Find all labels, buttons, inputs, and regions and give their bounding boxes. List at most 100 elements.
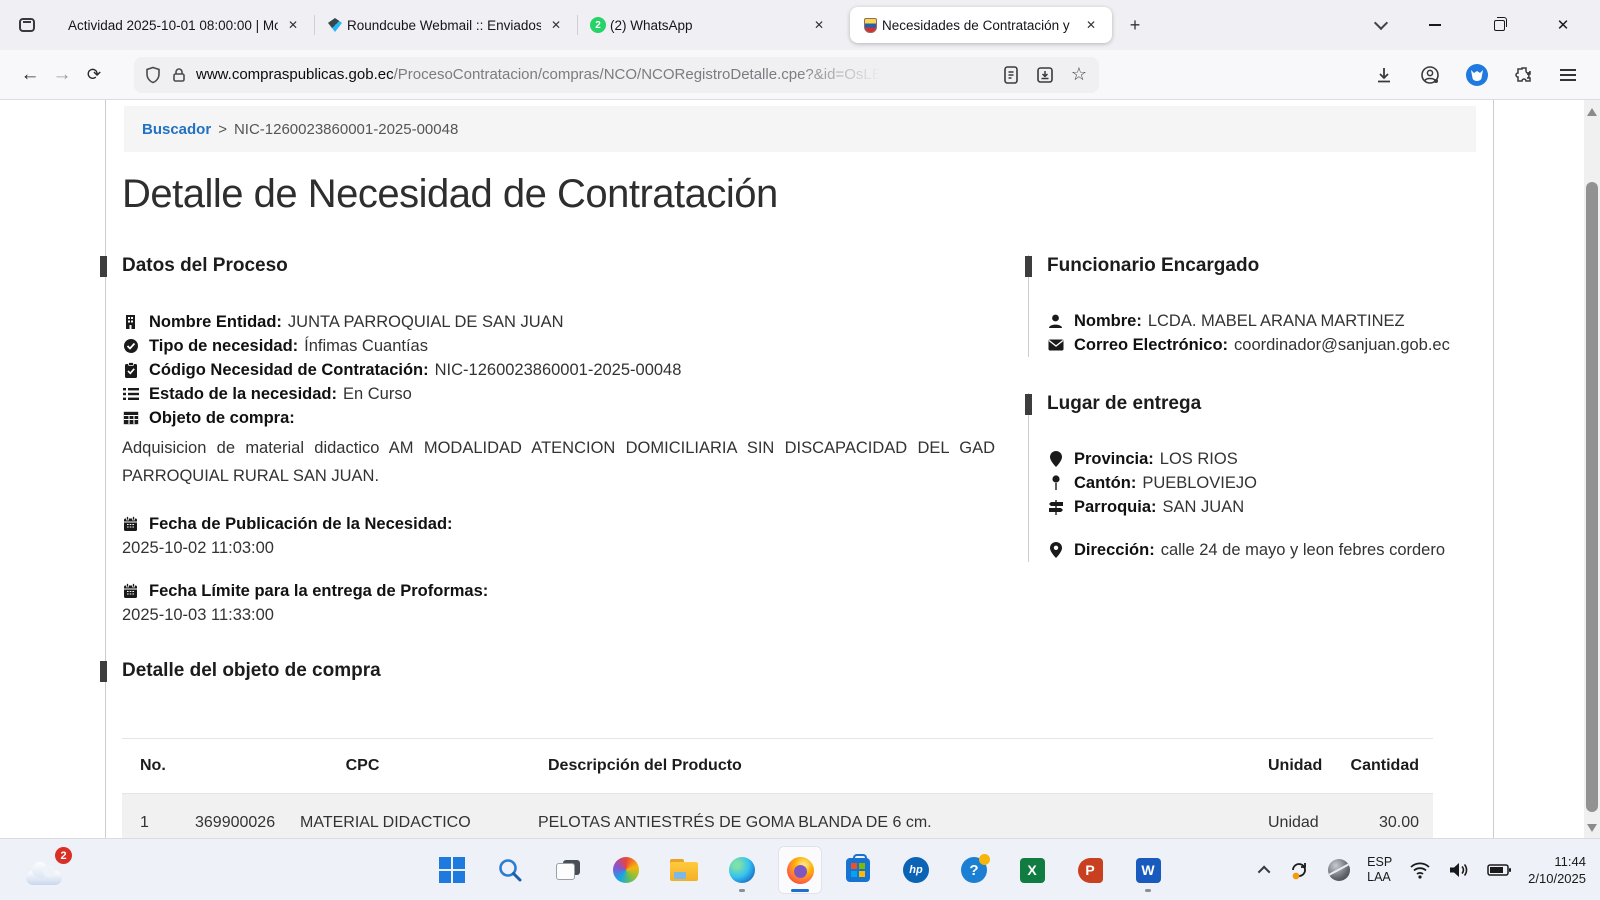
field-funcionario-nombre: Nombre: LCDA. MABEL ARANA MARTINEZ xyxy=(1047,309,1448,333)
scrollbar-thumb[interactable] xyxy=(1586,182,1598,812)
save-page-icon[interactable] xyxy=(1035,65,1055,85)
help-icon: ? xyxy=(961,857,987,883)
task-view-button[interactable] xyxy=(546,846,590,894)
powerpoint-button[interactable]: P xyxy=(1068,846,1112,894)
excel-button[interactable]: X xyxy=(1010,846,1054,894)
vertical-scrollbar[interactable] xyxy=(1584,100,1600,838)
tab-necesidades-active[interactable]: Necesidades de Contratación y xyxy=(850,7,1112,43)
field-label: Correo Electrónico: xyxy=(1074,333,1228,357)
tab-close-icon[interactable] xyxy=(808,14,830,36)
tab-overflow-chevron-icon[interactable] xyxy=(1374,16,1388,30)
firefox-button[interactable] xyxy=(778,846,822,894)
cell-no: 1 xyxy=(122,794,195,839)
tab-actividad[interactable]: Actividad 2025-10-01 08:00:00 | Mo xyxy=(52,7,314,43)
tab-title: Necesidades de Contratación y xyxy=(882,18,1076,33)
sync-update-icon[interactable] xyxy=(1287,858,1311,882)
location-pin-icon xyxy=(1047,542,1064,559)
extensions-puzzle-icon[interactable] xyxy=(1514,65,1534,85)
grid-table-icon xyxy=(122,410,139,427)
content-right-border xyxy=(1493,100,1494,838)
restore-window-button[interactable] xyxy=(1484,10,1514,40)
field-value: SAN JUAN xyxy=(1163,495,1245,519)
detalle-table: No. CPC Descripción del Producto Unidad … xyxy=(122,738,1433,838)
tab-title: (2) WhatsApp xyxy=(610,18,804,33)
field-funcionario-correo: Correo Electrónico: coordinador@sanjuan.… xyxy=(1047,333,1448,357)
scroll-down-arrow[interactable] xyxy=(1587,824,1597,832)
language-indicator[interactable]: ESP LAA xyxy=(1367,855,1392,885)
tray-date: 2/10/2025 xyxy=(1528,870,1586,887)
tab-close-icon[interactable] xyxy=(1080,14,1102,36)
field-estado: Estado de la necesidad: En Curso xyxy=(122,382,1000,406)
microsoft-store-button[interactable] xyxy=(836,846,880,894)
search-icon xyxy=(497,857,523,883)
new-tab-button[interactable] xyxy=(1120,10,1150,40)
section-heading: Detalle del objeto de compra xyxy=(122,660,381,682)
forward-button[interactable] xyxy=(46,59,78,91)
tab-whatsapp[interactable]: 2 (2) WhatsApp xyxy=(578,7,840,43)
field-label: Fecha de Publicación de la Necesidad: xyxy=(149,512,453,536)
file-explorer-button[interactable] xyxy=(662,846,706,894)
get-help-button[interactable]: ? xyxy=(952,846,996,894)
cell-descripcion: PELOTAS ANTIESTRÉS DE GOMA BLANDA DE 6 c… xyxy=(530,794,1240,839)
breadcrumb: Buscador > NIC-1260023860001-2025-00048 xyxy=(124,106,1476,152)
tab-close-icon[interactable] xyxy=(282,14,304,36)
wifi-icon[interactable] xyxy=(1409,861,1431,879)
hp-icon: hp xyxy=(903,857,929,883)
start-button[interactable] xyxy=(430,846,474,894)
list-icon xyxy=(122,386,139,403)
whatsapp-favicon: 2 xyxy=(590,17,606,33)
tracking-shield-icon[interactable] xyxy=(144,66,162,84)
tray-status-sphere-icon[interactable] xyxy=(1328,859,1350,881)
copilot-icon xyxy=(613,857,639,883)
menu-hamburger-icon[interactable] xyxy=(1560,69,1576,81)
map-marker-icon xyxy=(1047,451,1064,468)
breadcrumb-separator: > xyxy=(218,121,227,138)
search-button[interactable] xyxy=(488,846,532,894)
breadcrumb-buscador-link[interactable]: Buscador xyxy=(142,121,211,138)
firefox-extension-icon[interactable] xyxy=(1466,64,1488,86)
cell-cpc-name: MATERIAL DIDACTICO xyxy=(290,794,530,839)
tab-close-icon[interactable] xyxy=(545,14,567,36)
clock-widget[interactable]: 11:44 2/10/2025 xyxy=(1528,853,1586,887)
close-window-button[interactable] xyxy=(1548,10,1578,40)
building-icon xyxy=(122,314,139,331)
language-line1: ESP xyxy=(1367,855,1392,870)
col-unidad: Unidad xyxy=(1240,739,1335,794)
map-pin-icon xyxy=(1047,475,1064,492)
windows-taskbar: 2 hp ? X P W ESP LAA xyxy=(0,838,1600,900)
reload-button[interactable] xyxy=(78,59,110,91)
field-label: Estado de la necesidad: xyxy=(149,382,337,406)
tab-title: Actividad 2025-10-01 08:00:00 | Mo xyxy=(68,18,278,33)
field-value: LOS RIOS xyxy=(1160,447,1238,471)
hp-button[interactable]: hp xyxy=(894,846,938,894)
signpost-icon xyxy=(1047,499,1064,516)
windows-logo-icon xyxy=(439,857,465,883)
bookmark-star-icon[interactable] xyxy=(1069,65,1089,85)
tab-roundcube[interactable]: Roundcube Webmail :: Enviados xyxy=(315,7,577,43)
calendar-icon xyxy=(122,583,139,600)
word-button[interactable]: W xyxy=(1126,846,1170,894)
roundcube-favicon xyxy=(327,17,343,33)
downloads-icon[interactable] xyxy=(1374,65,1394,85)
url-host: www.compraspublicas.gob.ec xyxy=(196,66,394,83)
account-icon[interactable] xyxy=(1420,65,1440,85)
battery-icon[interactable] xyxy=(1487,863,1511,877)
field-value: PUEBLOVIEJO xyxy=(1142,471,1257,495)
field-value: JUNTA PARROQUIAL DE SAN JUAN xyxy=(288,310,564,334)
back-button[interactable] xyxy=(14,59,46,91)
reader-mode-icon[interactable] xyxy=(1001,65,1021,85)
field-value: LCDA. MABEL ARANA MARTINEZ xyxy=(1148,309,1405,333)
field-objeto-compra: Objeto de compra: xyxy=(122,406,1000,430)
field-label: Cantón: xyxy=(1074,471,1136,495)
volume-icon[interactable] xyxy=(1448,861,1470,879)
word-icon: W xyxy=(1136,858,1161,883)
firefox-view-button[interactable] xyxy=(10,8,44,42)
field-nombre-entidad: Nombre Entidad: JUNTA PARROQUIAL DE SAN … xyxy=(122,310,1000,334)
lock-icon[interactable] xyxy=(170,66,188,84)
edge-button[interactable] xyxy=(720,846,764,894)
copilot-button[interactable] xyxy=(604,846,648,894)
scroll-up-arrow[interactable] xyxy=(1587,108,1597,116)
minimize-button[interactable] xyxy=(1420,10,1450,40)
url-bar[interactable]: www.compraspublicas.gob.ec/ProcesoContra… xyxy=(134,57,1099,93)
page-title: Detalle de Necesidad de Contratación xyxy=(122,172,778,217)
